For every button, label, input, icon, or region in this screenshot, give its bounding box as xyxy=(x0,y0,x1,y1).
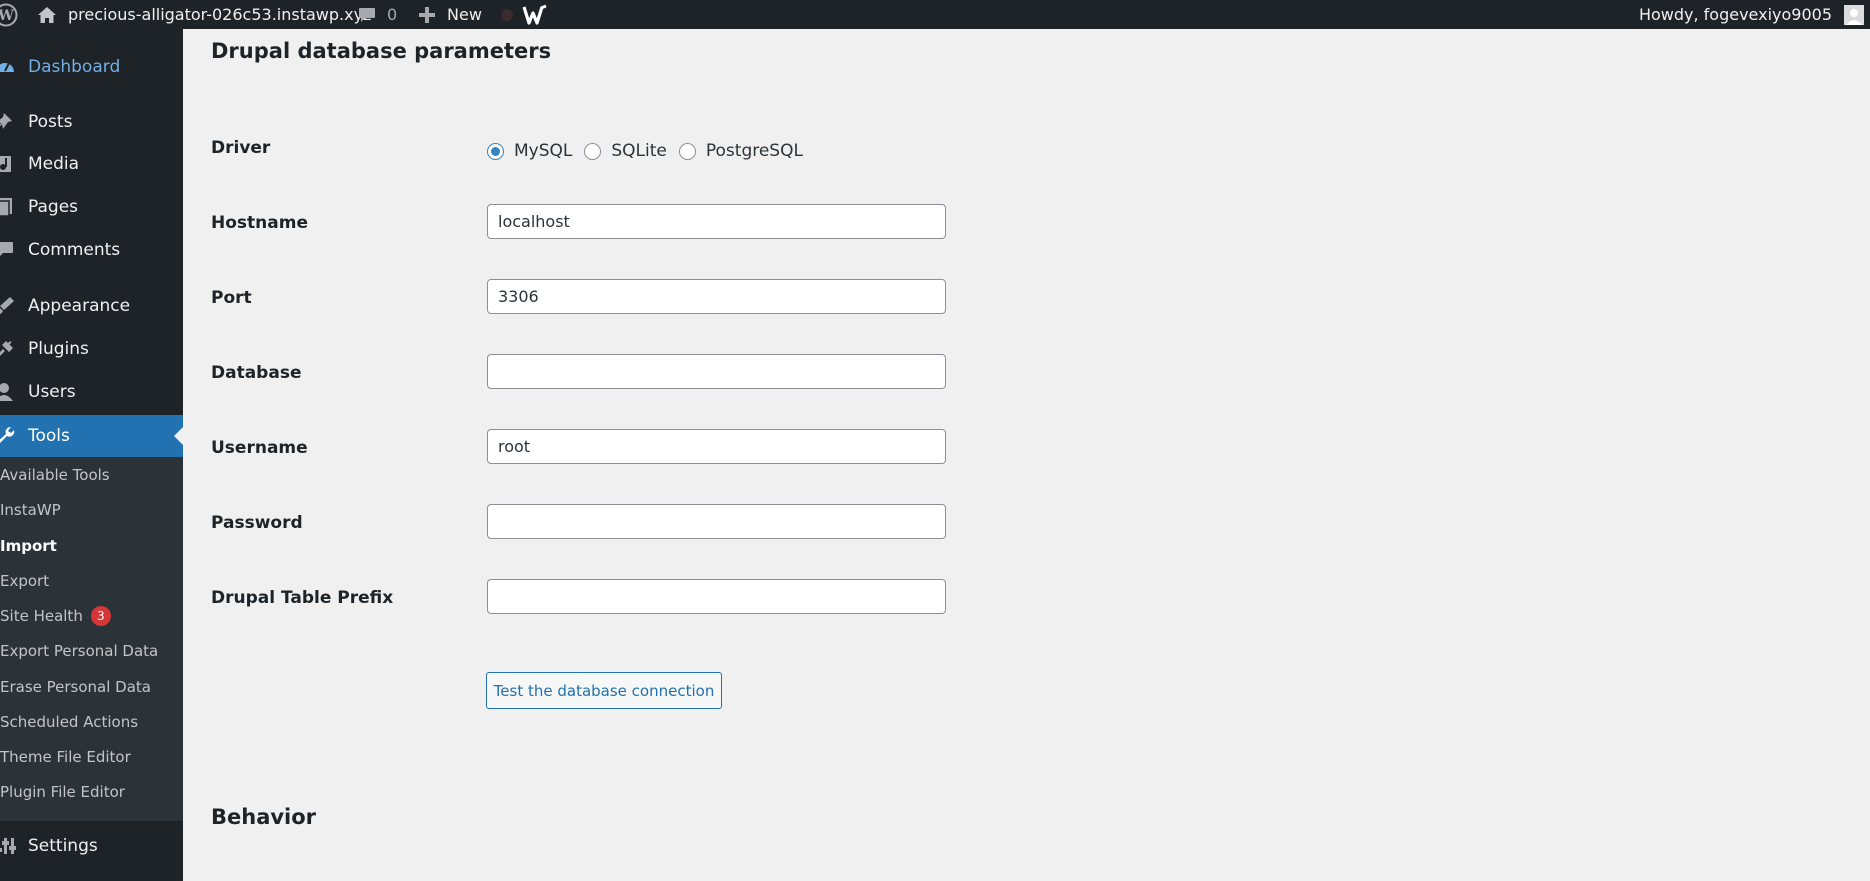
submenu-item-label: Site Health xyxy=(0,607,83,625)
site-health-count-badge: 3 xyxy=(90,606,111,626)
status-dot-icon xyxy=(500,0,514,29)
site-name-link[interactable]: precious-alligator-026c53.instawp.xyz xyxy=(68,0,371,29)
database-label: Database xyxy=(211,363,302,383)
sidebar-item-posts[interactable]: Posts xyxy=(0,104,183,140)
pin-icon xyxy=(0,112,16,132)
submenu-item-export-personal-data[interactable]: Export Personal Data xyxy=(0,639,158,663)
driver-radio-group: MySQL SQLite PostgreSQL xyxy=(487,136,815,166)
table-prefix-field[interactable] xyxy=(487,579,946,614)
media-icon xyxy=(0,154,16,174)
comment-icon xyxy=(0,240,16,260)
sidebar-item-label: Media xyxy=(28,154,80,174)
page-icon xyxy=(0,197,16,217)
avatar[interactable] xyxy=(1844,0,1864,29)
main-content: Drupal database parameters Driver MySQL … xyxy=(183,29,1870,881)
radio-button[interactable] xyxy=(678,142,696,160)
radio-button[interactable] xyxy=(487,142,504,160)
database-field[interactable] xyxy=(487,354,946,389)
hostname-field[interactable] xyxy=(487,204,946,239)
home-icon[interactable] xyxy=(37,0,57,29)
submenu-item-site-health[interactable]: Site Health 3 xyxy=(0,604,111,628)
submenu-item-scheduled-actions[interactable]: Scheduled Actions xyxy=(0,710,138,734)
plug-icon xyxy=(0,339,16,359)
password-label: Password xyxy=(211,513,303,533)
sliders-icon xyxy=(0,836,16,856)
admin-sidebar: Dashboard Posts Media Pages Comments App… xyxy=(0,29,183,881)
radio-button[interactable] xyxy=(584,142,602,160)
submenu-item-theme-file-editor[interactable]: Theme File Editor xyxy=(0,745,131,769)
submenu-item-import[interactable]: Import xyxy=(0,534,57,558)
dashboard-icon xyxy=(0,57,16,77)
sidebar-item-plugins[interactable]: Plugins xyxy=(0,331,183,367)
password-field[interactable] xyxy=(487,504,946,539)
hostname-label: Hostname xyxy=(211,213,308,233)
submenu-item-export[interactable]: Export xyxy=(0,569,49,593)
radio-label: SQLite xyxy=(611,141,667,161)
sidebar-item-label: Posts xyxy=(28,112,73,132)
instawp-logo-icon[interactable] xyxy=(522,0,550,29)
user-greeting[interactable]: Howdy, fogevexiyo9005 xyxy=(1639,0,1832,29)
submenu-item-available-tools[interactable]: Available Tools xyxy=(0,463,110,487)
driver-label: Driver xyxy=(211,138,271,158)
username-label: Username xyxy=(211,438,308,458)
driver-option-mysql[interactable]: MySQL xyxy=(487,141,572,161)
sidebar-item-media[interactable]: Media xyxy=(0,146,183,182)
wordpress-logo-icon[interactable]: W xyxy=(0,0,18,29)
sidebar-item-tools[interactable]: Tools xyxy=(0,415,183,457)
submenu-item-erase-personal-data[interactable]: Erase Personal Data xyxy=(0,675,151,699)
sidebar-item-label: Users xyxy=(28,382,76,402)
port-field[interactable] xyxy=(487,279,946,314)
sidebar-item-label: Dashboard xyxy=(28,57,121,77)
radio-label: PostgreSQL xyxy=(705,141,803,161)
sidebar-item-users[interactable]: Users xyxy=(0,374,183,410)
sidebar-item-pages[interactable]: Pages xyxy=(0,189,183,225)
tools-submenu: Available Tools InstaWP Import Export Si… xyxy=(0,457,183,821)
username-field[interactable] xyxy=(487,429,946,464)
sidebar-item-label: Appearance xyxy=(28,296,131,316)
new-content-link[interactable]: New xyxy=(447,0,482,29)
sidebar-item-label: Pages xyxy=(28,197,79,217)
sidebar-item-label: Tools xyxy=(28,426,70,446)
sidebar-item-label: Settings xyxy=(28,836,98,856)
sidebar-item-label: Comments xyxy=(28,240,121,260)
comments-count[interactable]: 0 xyxy=(387,0,397,29)
comments-icon[interactable] xyxy=(358,0,376,29)
sidebar-item-settings[interactable]: Settings xyxy=(0,828,183,864)
driver-option-postgresql[interactable]: PostgreSQL xyxy=(678,141,803,161)
behavior-section-title: Behavior xyxy=(211,805,317,829)
wrench-icon xyxy=(0,426,16,446)
sidebar-item-appearance[interactable]: Appearance xyxy=(0,288,183,324)
driver-option-sqlite[interactable]: SQLite xyxy=(584,141,667,161)
sidebar-item-comments[interactable]: Comments xyxy=(0,232,183,268)
plus-icon[interactable] xyxy=(418,0,436,29)
admin-bar: W precious-alligator-026c53.instawp.xyz … xyxy=(0,0,1870,29)
table-prefix-label: Drupal Table Prefix xyxy=(211,588,394,608)
svg-text:W: W xyxy=(0,8,14,24)
brush-icon xyxy=(0,296,16,316)
user-icon xyxy=(0,382,16,402)
sidebar-item-label: Plugins xyxy=(28,339,89,359)
radio-label: MySQL xyxy=(514,141,573,161)
submenu-item-instawp[interactable]: InstaWP xyxy=(0,498,61,522)
submenu-item-plugin-file-editor[interactable]: Plugin File Editor xyxy=(0,780,125,804)
sidebar-item-dashboard[interactable]: Dashboard xyxy=(0,49,183,85)
test-connection-button[interactable]: Test the database connection xyxy=(486,672,722,709)
port-label: Port xyxy=(211,288,252,308)
section-title: Drupal database parameters xyxy=(211,39,552,63)
